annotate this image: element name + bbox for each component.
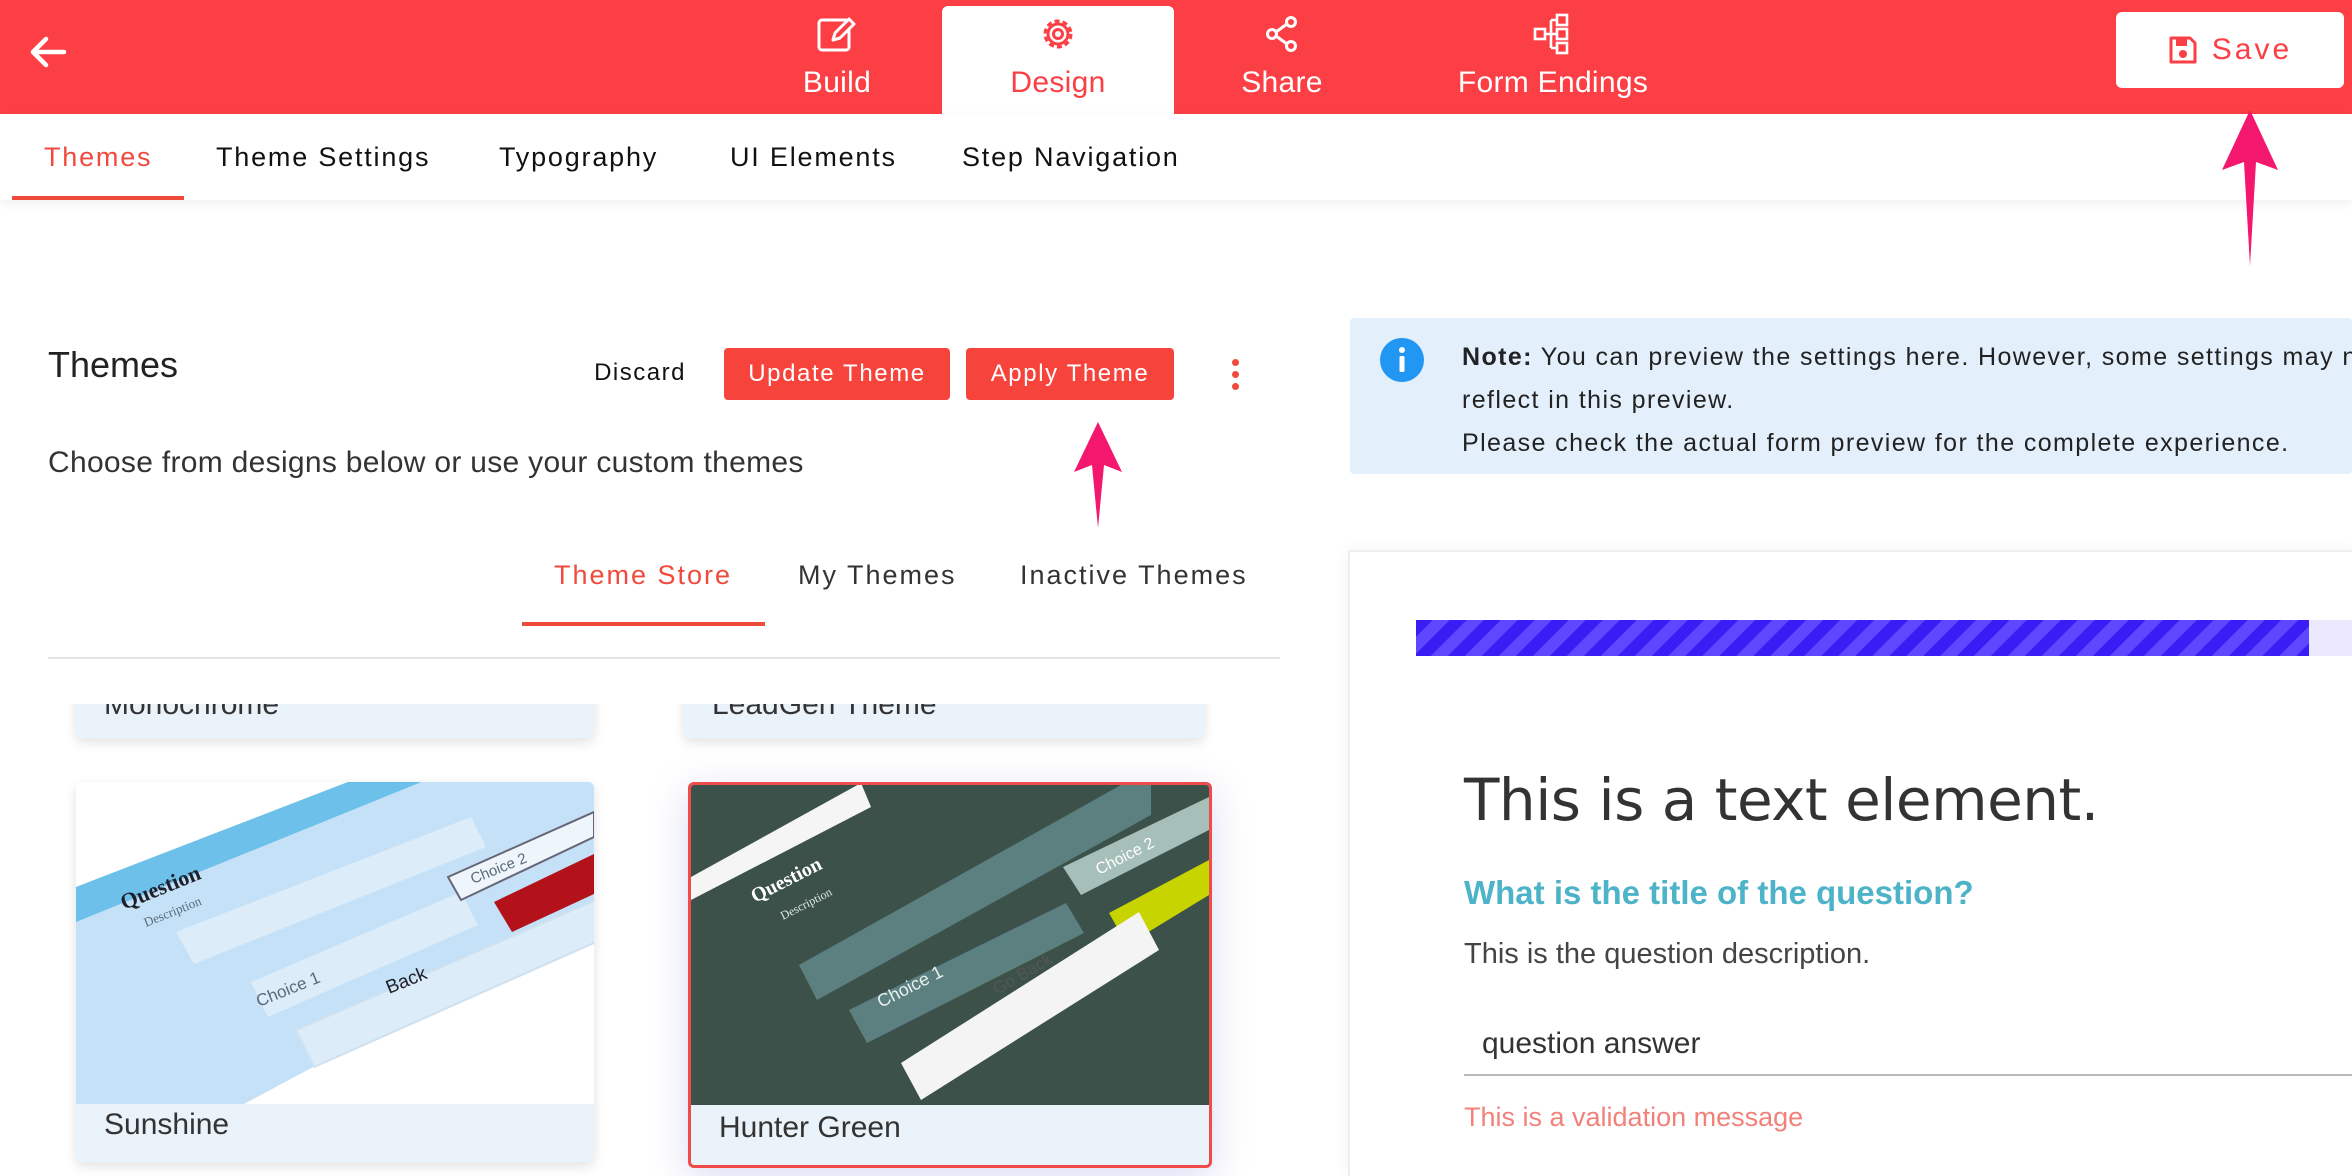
gear-icon <box>1043 19 1073 49</box>
tab-share-label: Share <box>1241 66 1323 99</box>
preview-question-description: This is the question description. <box>1464 938 1871 970</box>
theme-card-sunshine[interactable]: Question Description Choice 1 Choice 2 B… <box>76 782 594 1162</box>
subtab-theme-settings[interactable]: Theme Settings <box>216 114 430 200</box>
tab-inactive-themes[interactable]: Inactive Themes <box>1020 560 1248 591</box>
form-preview: This is a text element. What is the titl… <box>1348 550 2352 1176</box>
preview-validation-message: This is a validation message <box>1464 1102 1804 1132</box>
progress-bar-fill <box>1416 620 2309 656</box>
apply-theme-button[interactable]: Apply Theme <box>966 348 1174 400</box>
tab-form-endings[interactable]: Form Endings <box>1442 6 1664 114</box>
preview-question-title: What is the title of the question? <box>1464 874 1974 911</box>
theme-grid: Monochrome LeadGen Theme Question Descri… <box>48 704 1280 1176</box>
subtab-ui-elements[interactable]: UI Elements <box>730 114 897 200</box>
top-app-bar: Build Design Share Form Endings Save <box>0 0 2352 114</box>
tab-design-label: Design <box>1010 66 1106 99</box>
theme-card-monochrome[interactable]: Monochrome <box>76 704 594 738</box>
theme-card-name: Sunshine <box>104 1108 230 1141</box>
themes-heading: Themes <box>48 344 179 385</box>
note-label: Note: <box>1462 343 1533 371</box>
design-subtabs: Themes Theme Settings Typography UI Elem… <box>0 114 2352 200</box>
back-arrow-icon[interactable] <box>24 28 72 76</box>
note-line-1: You can preview the settings here. Howev… <box>1540 343 2352 371</box>
edit-icon <box>817 17 856 52</box>
preview-note: Note: You can preview the settings here.… <box>1350 318 2352 474</box>
save-button[interactable]: Save <box>2116 12 2344 88</box>
more-options-icon[interactable] <box>1220 352 1250 396</box>
tab-share[interactable]: Share <box>1212 6 1352 114</box>
subtab-themes[interactable]: Themes <box>44 114 152 200</box>
subtab-typography[interactable]: Typography <box>499 114 658 200</box>
preview-answer-input[interactable] <box>1464 1014 2352 1076</box>
themes-subtitle: Choose from designs below or use your cu… <box>48 446 804 479</box>
hunter-green-theme-thumbnail: Question Description Choice 1 Choice 2 G… <box>691 785 1209 1105</box>
preview-note-text: Note: You can preview the settings here.… <box>1462 336 2352 465</box>
tab-form-endings-label: Form Endings <box>1457 66 1649 99</box>
tab-my-themes[interactable]: My Themes <box>798 560 957 591</box>
tab-build[interactable]: Build <box>762 6 912 114</box>
floppy-disk-icon <box>2169 36 2197 64</box>
theme-card-leadgen[interactable]: LeadGen Theme <box>684 704 1204 738</box>
annotation-arrow-apply-icon <box>1074 422 1122 528</box>
note-line-3: Please check the actual form preview for… <box>1462 429 2290 457</box>
sunshine-theme-thumbnail: Question Description Choice 1 Choice 2 B… <box>76 782 594 1104</box>
tab-theme-store[interactable]: Theme Store <box>554 560 732 591</box>
preview-text-element: This is a text element. <box>1464 766 2099 834</box>
save-button-label: Save <box>2211 33 2293 66</box>
theme-card-hunter-green[interactable]: Question Description Choice 1 Choice 2 G… <box>688 782 1212 1168</box>
info-icon <box>1380 338 1424 382</box>
store-tab-active-indicator <box>522 622 765 626</box>
subtab-step-navigation[interactable]: Step Navigation <box>962 114 1180 200</box>
theme-card-name: Hunter Green <box>719 1111 901 1144</box>
tab-build-label: Build <box>802 66 872 99</box>
tab-design[interactable]: Design <box>942 6 1174 114</box>
discard-button[interactable]: Discard <box>580 350 700 396</box>
update-theme-button[interactable]: Update Theme <box>724 348 950 400</box>
progress-bar <box>1416 620 2352 656</box>
theme-card-name: Monochrome <box>104 704 280 721</box>
theme-card-name: LeadGen Theme <box>712 704 937 721</box>
share-icon <box>1266 16 1297 52</box>
subtab-active-indicator <box>12 196 184 200</box>
divider <box>48 657 1280 659</box>
flow-icon <box>1533 13 1569 55</box>
note-line-2: reflect in this preview. <box>1462 386 1735 414</box>
